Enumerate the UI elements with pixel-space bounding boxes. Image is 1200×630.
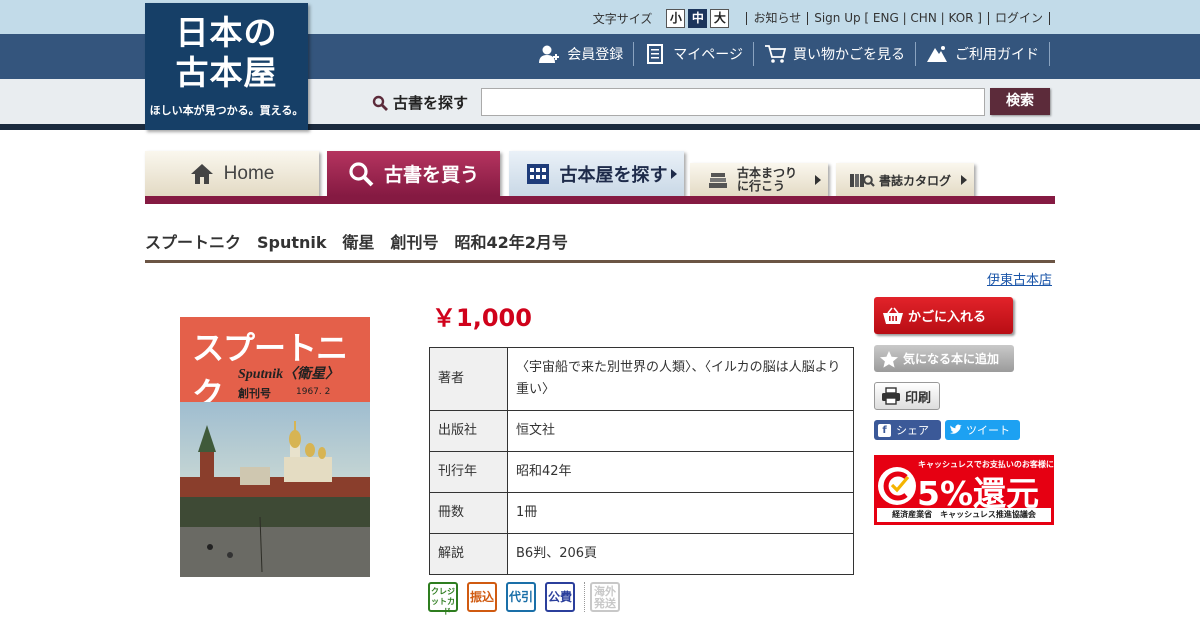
- spec-value: 1冊: [507, 492, 854, 534]
- nav-cart[interactable]: 買い物かごを見る: [754, 42, 916, 66]
- site-logo[interactable]: 日本の 古本屋 ほしい本が見つかる。買える。: [145, 3, 308, 130]
- tab-underline: [145, 196, 1055, 204]
- spec-key: 刊行年: [429, 451, 508, 493]
- facebook-icon: f: [878, 423, 891, 437]
- table-row: 刊行年 昭和42年: [429, 451, 854, 493]
- building-icon: [526, 163, 549, 184]
- print-label: 印刷: [905, 390, 932, 406]
- add-to-cart-label: かごに入れる: [908, 310, 987, 325]
- nav-cart-label: 買い物かごを見る: [793, 47, 905, 63]
- spec-value: 〈宇宙船で来た別世界の人類〉、〈イルカの脳は人脳より重い〉: [507, 347, 854, 411]
- add-to-cart-button[interactable]: かごに入れる: [874, 297, 1013, 334]
- tab-home[interactable]: Home: [145, 151, 319, 196]
- cashless-footer: 経済産業省 キャッシュレス推進協議会: [877, 508, 1051, 522]
- title-divider: [145, 260, 1055, 263]
- spec-key: 出版社: [429, 410, 508, 452]
- payment-overseas-icon: 海外発送: [590, 582, 620, 612]
- cover-kremlin-illustration: [180, 421, 370, 577]
- signup-link[interactable]: Sign Up [ ENG | CHN | KOR ]: [807, 11, 988, 25]
- page-title: スプートニク Sputnik 衛星 創刊号 昭和42年2月号: [145, 233, 568, 252]
- nav-register[interactable]: 会員登録: [528, 42, 635, 66]
- price: ￥1,000: [432, 304, 532, 332]
- home-icon: [190, 163, 213, 184]
- spec-table: 著者 〈宇宙船で来た別世界の人類〉、〈イルカの脳は人脳より重い〉 出版社 恒文社…: [429, 347, 854, 575]
- catalog-search-icon: [849, 174, 875, 187]
- chevron-right-icon: [671, 168, 677, 179]
- add-favorite-button[interactable]: 気になる本に追加: [874, 345, 1014, 372]
- search-input[interactable]: [481, 88, 985, 116]
- basket-icon: [883, 307, 903, 324]
- spec-value: 昭和42年: [507, 451, 854, 493]
- spec-key: 著者: [429, 347, 508, 411]
- font-size-small-button[interactable]: 小: [666, 8, 686, 28]
- utility-links: 文字サイズ 小 中 大 お知らせ Sign Up [ ENG | CHN | K…: [593, 8, 1050, 28]
- nav-mypage[interactable]: マイページ: [634, 42, 754, 66]
- logo-tagline: ほしい本が見つかる。買える。: [149, 104, 304, 117]
- nav-register-label: 会員登録: [567, 47, 624, 63]
- chevron-right-icon: [815, 175, 821, 185]
- font-size-label: 文字サイズ: [592, 11, 653, 26]
- payment-public-funds-icon: 公費: [545, 582, 575, 612]
- search-icon: [372, 95, 388, 111]
- payment-credit-card-icon: クレジットカード: [428, 582, 458, 616]
- login-link[interactable]: ログイン: [987, 11, 1050, 25]
- payment-bank-transfer-icon: 振込: [467, 582, 497, 612]
- table-row: 冊数 1冊: [429, 492, 854, 534]
- tab-shop-label: 古本屋を探す: [559, 164, 668, 186]
- tab-fair-label: 古本まつり に行こう: [737, 167, 797, 193]
- news-link[interactable]: お知らせ: [746, 11, 807, 25]
- tab-fair-line1: 古本まつり: [736, 166, 797, 180]
- tab-find-store[interactable]: 古本屋を探す: [509, 151, 684, 196]
- header-nav: 会員登録 マイページ 買い物かごを見る ご利用ガイド: [528, 42, 1050, 66]
- table-row: 著者 〈宇宙船で来た別世界の人類〉、〈イルカの脳は人脳より重い〉: [429, 347, 854, 411]
- printer-icon: [882, 387, 900, 405]
- store-link[interactable]: 伊東古本店: [987, 269, 1052, 288]
- book-cover-image[interactable]: スプートニク Sputnik〈衛星〉 創刊号 1967. 2: [180, 317, 370, 577]
- tab-buy-books[interactable]: 古書を買う: [327, 151, 500, 196]
- search-label-text: 古書を探す: [393, 94, 469, 112]
- tab-catalog-label: 書誌カタログ: [878, 173, 951, 188]
- cashless-logo-icon: [878, 467, 916, 505]
- twitter-bird-icon: [950, 424, 962, 434]
- logo-line-2: 古本屋: [175, 53, 278, 92]
- facebook-share-button[interactable]: f シェア: [874, 420, 941, 440]
- user-add-icon: [539, 45, 560, 63]
- payment-cod-icon: 代引: [506, 582, 536, 612]
- books-icon: [708, 173, 727, 188]
- add-favorite-label: 気になる本に追加: [903, 352, 1000, 366]
- star-icon: [880, 350, 898, 368]
- chevron-right-icon: [961, 175, 967, 185]
- notebook-icon: [647, 44, 664, 64]
- logo-line-1: 日本の: [175, 13, 278, 52]
- tab-fair-line2: に行こう: [736, 179, 785, 193]
- mountain-icon: [927, 46, 947, 62]
- font-size-large-button[interactable]: 大: [710, 8, 730, 28]
- spec-key: 解説: [429, 533, 508, 575]
- tab-buy-label: 古書を買う: [383, 164, 479, 186]
- share-label: シェア: [896, 424, 929, 437]
- nav-guide[interactable]: ご利用ガイド: [916, 42, 1050, 66]
- cart-icon: [765, 45, 786, 63]
- payment-divider: [584, 582, 585, 612]
- table-row: 解説 B6判、206頁: [429, 533, 854, 575]
- table-row: 出版社 恒文社: [429, 410, 854, 452]
- nav-guide-label: ご利用ガイド: [955, 47, 1039, 63]
- tab-catalog[interactable]: 書誌カタログ: [836, 163, 974, 197]
- font-size-medium-button[interactable]: 中: [688, 8, 708, 28]
- search-button[interactable]: 検索: [990, 88, 1050, 115]
- cashless-banner[interactable]: キャッシュレスでお支払いのお客様に 5%還元 経済産業省 キャッシュレス推進協議…: [874, 455, 1054, 525]
- spec-value: B6判、206頁: [507, 533, 854, 575]
- search-label: 古書を探す: [372, 92, 468, 113]
- tab-home-label: Home: [223, 162, 275, 184]
- tweet-label: ツイート: [966, 424, 1010, 437]
- search-icon: [349, 161, 374, 186]
- tab-book-fair[interactable]: 古本まつり に行こう: [690, 163, 828, 197]
- print-button[interactable]: 印刷: [874, 382, 940, 410]
- spec-key: 冊数: [429, 492, 508, 534]
- nav-mypage-label: マイページ: [673, 47, 743, 63]
- spec-value: 恒文社: [507, 410, 854, 452]
- twitter-tweet-button[interactable]: ツイート: [945, 420, 1020, 440]
